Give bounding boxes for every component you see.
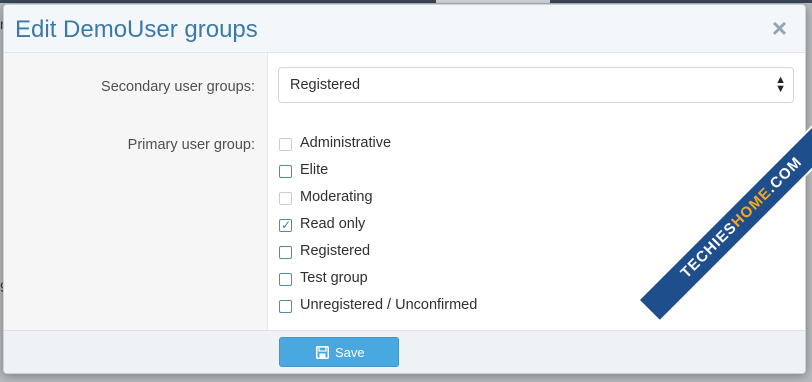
secondary-groups-selected-value: Registered bbox=[290, 77, 361, 93]
group-option-label: Read only bbox=[300, 216, 366, 232]
background-top-bar-light bbox=[436, 0, 550, 3]
checkbox[interactable]: ✓ bbox=[279, 218, 292, 232]
dialog-header: Edit DemoUser groups × bbox=[4, 5, 805, 53]
dialog-title: Edit DemoUser groups bbox=[15, 16, 258, 43]
checkbox[interactable] bbox=[279, 300, 292, 313]
group-option-label: Elite bbox=[300, 162, 329, 178]
secondary-groups-label: Secondary user groups: bbox=[101, 79, 255, 95]
checkbox[interactable] bbox=[279, 192, 292, 205]
checkbox[interactable] bbox=[279, 273, 292, 286]
label-column: Secondary user groups: Primary user grou… bbox=[4, 53, 268, 330]
background-top-bar bbox=[550, 0, 812, 3]
group-option-label: Test group bbox=[300, 270, 368, 286]
select-arrows-icon: ▲ ▼ bbox=[775, 74, 786, 95]
background-top-bar bbox=[0, 0, 436, 3]
primary-group-label: Primary user group: bbox=[127, 137, 255, 153]
floppy-disk-icon bbox=[316, 346, 329, 359]
edit-groups-dialog: Edit DemoUser groups × Secondary user gr… bbox=[3, 4, 806, 374]
checkbox[interactable] bbox=[279, 246, 292, 259]
save-button-label: Save bbox=[335, 345, 365, 360]
checkmark-icon: ✓ bbox=[281, 218, 292, 232]
group-option-label: Administrative bbox=[300, 135, 392, 151]
save-button[interactable]: Save bbox=[279, 337, 399, 367]
close-icon[interactable]: × bbox=[772, 15, 787, 41]
dialog-footer: Save bbox=[4, 330, 805, 373]
group-option-label: Moderating bbox=[300, 189, 373, 205]
group-option-label: Unregistered / Unconfirmed bbox=[300, 297, 478, 313]
checkbox[interactable] bbox=[279, 138, 292, 151]
secondary-groups-select[interactable]: Registered ▲ ▼ bbox=[278, 67, 794, 103]
checkbox[interactable] bbox=[279, 165, 292, 178]
group-option-label: Registered bbox=[300, 243, 371, 259]
